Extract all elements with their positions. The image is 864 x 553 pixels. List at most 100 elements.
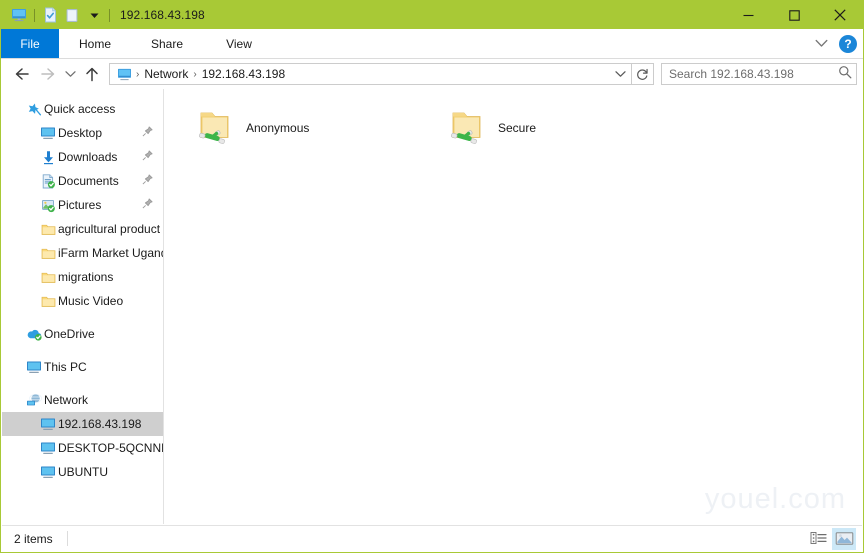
sidebar-item-192-168-43-198[interactable]: 192.168.43.198: [2, 412, 163, 436]
list-item-label: Anonymous: [246, 121, 309, 135]
properties-icon[interactable]: [39, 5, 61, 25]
ribbon-right-controls: ?: [811, 29, 857, 58]
search-box[interactable]: [661, 63, 857, 85]
status-separator: [67, 531, 68, 546]
window-title: 192.168.43.198: [120, 8, 205, 22]
close-button[interactable]: [817, 1, 863, 29]
details-view-button[interactable]: [806, 528, 830, 550]
recent-locations-button[interactable]: [61, 62, 79, 86]
sidebar-label: Downloads: [58, 150, 117, 164]
forward-button[interactable]: [35, 62, 61, 86]
navigation-pane: Quick access Desktop: [2, 89, 164, 524]
sidebar-spacer-1: [2, 313, 163, 322]
breadcrumb-item-host[interactable]: 192.168.43.198: [198, 67, 289, 81]
pin-icon[interactable]: [142, 148, 153, 166]
window-controls: [725, 1, 863, 29]
desktop-icon: [38, 126, 58, 140]
this-pc-icon[interactable]: [8, 5, 30, 25]
file-list-pane[interactable]: Anonymous: [164, 89, 862, 524]
minimize-button[interactable]: [725, 1, 771, 29]
pin-icon[interactable]: [142, 172, 153, 190]
sidebar-label: Network: [44, 393, 88, 407]
view-toggle-group: [806, 528, 856, 550]
search-input[interactable]: [669, 67, 838, 81]
search-icon[interactable]: [838, 65, 852, 84]
tab-share[interactable]: Share: [131, 29, 203, 58]
tab-home[interactable]: Home: [59, 29, 131, 58]
ribbon-tab-bar: File Home Share View ?: [1, 29, 863, 59]
sidebar-item-downloads[interactable]: Downloads: [2, 145, 163, 169]
sidebar-item-pictures[interactable]: Pictures: [2, 193, 163, 217]
toolbar-separator: [34, 9, 35, 22]
address-bar: › Network › 192.168.43.198: [1, 59, 863, 89]
star-pin-icon: [24, 102, 44, 117]
sidebar-label: This PC: [44, 360, 87, 374]
sidebar-item-desktop-5qcnnn[interactable]: DESKTOP-5QCNNN: [2, 436, 163, 460]
folder-icon: [38, 223, 58, 236]
folder-icon: [38, 295, 58, 308]
folder-icon: [38, 271, 58, 284]
help-icon[interactable]: ?: [839, 35, 857, 53]
sidebar-item-music-video[interactable]: Music Video: [2, 289, 163, 313]
sidebar-label: DESKTOP-5QCNNN: [58, 441, 163, 455]
sidebar-item-ubuntu[interactable]: UBUNTU: [2, 460, 163, 484]
status-bar: 2 items: [2, 525, 862, 551]
sidebar-item-this-pc[interactable]: This PC: [2, 355, 163, 379]
documents-icon: [38, 174, 58, 189]
computer-icon: [38, 417, 58, 431]
maximize-button[interactable]: [771, 1, 817, 29]
tab-view[interactable]: View: [203, 29, 275, 58]
new-folder-icon[interactable]: [61, 5, 83, 25]
downloads-icon: [38, 150, 58, 165]
customize-chevron-icon[interactable]: [83, 5, 105, 25]
chevron-down-icon[interactable]: [811, 34, 831, 54]
sidebar-item-documents[interactable]: Documents: [2, 169, 163, 193]
sidebar-label: Quick access: [44, 102, 115, 116]
list-item[interactable]: Anonymous: [178, 97, 430, 159]
sidebar-label: UBUNTU: [58, 465, 108, 479]
toolbar-separator-2: [109, 9, 110, 22]
sidebar-label: Desktop: [58, 126, 102, 140]
sidebar-label: iFarm Market Ugand: [58, 246, 163, 260]
sidebar-item-migrations[interactable]: migrations: [2, 265, 163, 289]
sidebar-label: 192.168.43.198: [58, 417, 141, 431]
this-pc-icon: [24, 360, 44, 374]
breadcrumb-dropdown-icon[interactable]: [612, 64, 629, 84]
sidebar-label: migrations: [58, 270, 113, 284]
breadcrumb[interactable]: › Network › 192.168.43.198: [109, 63, 632, 85]
explorer-body: Quick access Desktop: [2, 89, 862, 524]
tab-file[interactable]: File: [1, 29, 59, 58]
breadcrumb-computer-icon[interactable]: [114, 68, 135, 81]
back-button[interactable]: [9, 62, 35, 86]
large-icons-view-button[interactable]: [832, 528, 856, 550]
pictures-icon: [38, 198, 58, 213]
watermark: youel.com: [705, 483, 846, 516]
sidebar-spacer-3: [2, 379, 163, 388]
sidebar-spacer-2: [2, 346, 163, 355]
sidebar-item-desktop[interactable]: Desktop: [2, 121, 163, 145]
sidebar-item-agricultural-product[interactable]: agricultural product: [2, 217, 163, 241]
shared-folder-icon: [438, 105, 494, 151]
folder-icon: [38, 247, 58, 260]
sidebar-item-quick-access[interactable]: Quick access: [2, 97, 163, 121]
sidebar-item-ifarm-market-uganda[interactable]: iFarm Market Ugand: [2, 241, 163, 265]
network-icon: [24, 393, 44, 407]
item-count: 2 items: [14, 532, 53, 546]
sidebar-item-network[interactable]: Network: [2, 388, 163, 412]
refresh-button[interactable]: [632, 63, 654, 85]
list-item-label: Secure: [498, 121, 536, 135]
pin-icon[interactable]: [142, 124, 153, 142]
sidebar-label: agricultural product: [58, 222, 160, 236]
file-tiles: Anonymous: [178, 97, 862, 159]
onedrive-icon: [24, 327, 44, 341]
pin-icon[interactable]: [142, 196, 153, 214]
computer-icon: [38, 441, 58, 455]
explorer-window: 192.168.43.198 File Home Share View ?: [0, 0, 864, 553]
sidebar-label: Music Video: [58, 294, 123, 308]
list-item[interactable]: Secure: [430, 97, 682, 159]
breadcrumb-item-network[interactable]: Network: [140, 67, 192, 81]
up-button[interactable]: [79, 62, 105, 86]
shared-folder-icon: [186, 105, 242, 151]
computer-icon: [38, 465, 58, 479]
sidebar-item-onedrive[interactable]: OneDrive: [2, 322, 163, 346]
